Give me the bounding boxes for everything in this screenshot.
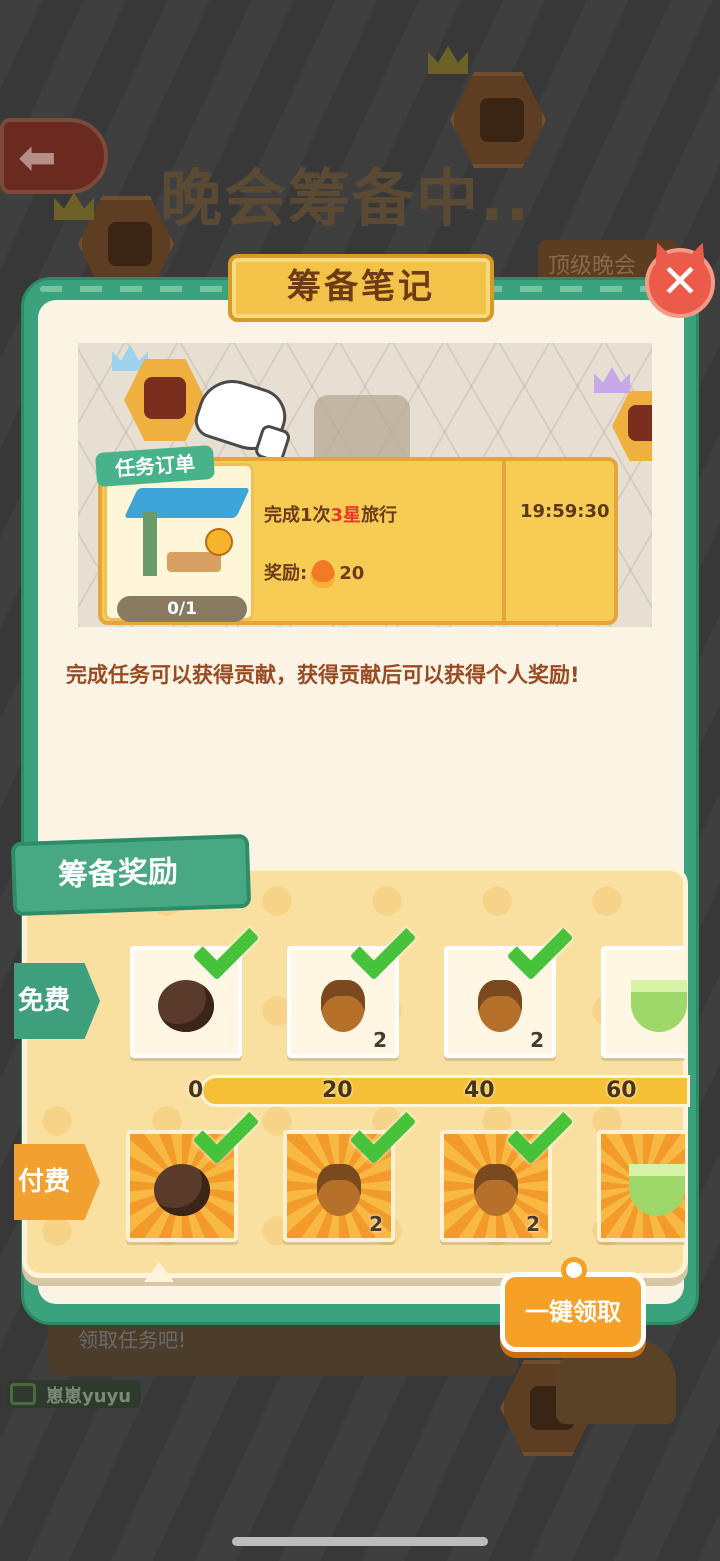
explanation-text: 完成任务可以获得贡献，获得贡献后可以获得个人奖励! — [66, 663, 580, 687]
user-icon — [10, 1383, 36, 1405]
soup-bowl-icon — [629, 1164, 685, 1216]
task-reward: 奖励: 20 — [264, 559, 364, 588]
bomb-icon — [154, 1164, 210, 1216]
pin-icon — [561, 1257, 587, 1283]
reward-label: 奖励: — [264, 563, 308, 584]
acorn-icon — [478, 980, 522, 1032]
campfire-icon — [311, 560, 336, 588]
arrow-left-icon: ⬅ — [18, 130, 57, 184]
task-progress: 0/1 — [117, 596, 247, 622]
close-icon: ✕ — [660, 254, 700, 308]
soup-bowl-icon — [631, 980, 687, 1032]
milestone-label: 40 — [464, 1078, 495, 1103]
ticket-divider — [502, 461, 506, 621]
close-button[interactable]: ✕ — [645, 248, 715, 318]
panel-title: 筹备笔记 — [228, 254, 494, 322]
username: 崽崽yuyu — [46, 1386, 132, 1407]
bomb-icon — [158, 980, 214, 1032]
task-thumbnail: 0/1 — [104, 463, 254, 622]
home-indicator[interactable] — [232, 1537, 488, 1546]
reward-qty: 2 — [369, 1212, 383, 1236]
crown-icon — [594, 367, 630, 393]
train-station-icon — [612, 391, 652, 461]
tutorial-illustration: 0/1 任务订单 完成1次3星旅行 奖励: 20 19:59:30 — [78, 343, 652, 627]
back-button[interactable]: ⬅ — [0, 118, 108, 194]
acorn-icon — [321, 980, 365, 1032]
task-desc-star: 3星 — [330, 505, 362, 526]
claim-all-label: 一键领取 — [525, 1298, 621, 1326]
task-desc-prefix: 完成1次 — [264, 505, 331, 526]
cat-character — [556, 1340, 676, 1424]
rewards-header: 筹备奖励 — [10, 833, 252, 917]
background-footer: 领取任务吧! — [48, 1320, 518, 1376]
claim-all-button[interactable]: 一键领取 — [500, 1257, 646, 1352]
username-badge: 崽崽yuyu — [6, 1380, 142, 1408]
acorn-icon — [474, 1164, 518, 1216]
reward-qty: 2 — [526, 1212, 540, 1236]
paid-reward-item[interactable] — [597, 1130, 685, 1242]
background-title: 晚会筹备中.. — [160, 162, 532, 235]
shelter-post — [143, 512, 157, 576]
reward-qty: 2 — [373, 1028, 387, 1052]
task-timer: 19:59:30 — [520, 501, 610, 522]
logs-decoration — [314, 395, 410, 465]
acorn-icon — [317, 1164, 361, 1216]
reward-qty: 2 — [530, 1028, 544, 1052]
chick-icon — [205, 528, 233, 556]
free-reward-item[interactable] — [601, 946, 687, 1058]
task-description: 完成1次3星旅行 — [264, 501, 397, 527]
reward-amount: 20 — [339, 563, 365, 584]
milestone-label: 0 — [188, 1078, 204, 1103]
milestone-label: 20 — [322, 1078, 353, 1103]
free-track-label: 免费 — [14, 963, 100, 1039]
task-order-card[interactable]: 0/1 任务订单 完成1次3星旅行 奖励: 20 19:59:30 — [94, 444, 618, 625]
train-station-icon — [124, 359, 206, 441]
paid-track-label: 付费 — [14, 1144, 100, 1220]
task-desc-suffix: 旅行 — [361, 505, 398, 526]
milestone-label: 60 — [606, 1078, 637, 1103]
